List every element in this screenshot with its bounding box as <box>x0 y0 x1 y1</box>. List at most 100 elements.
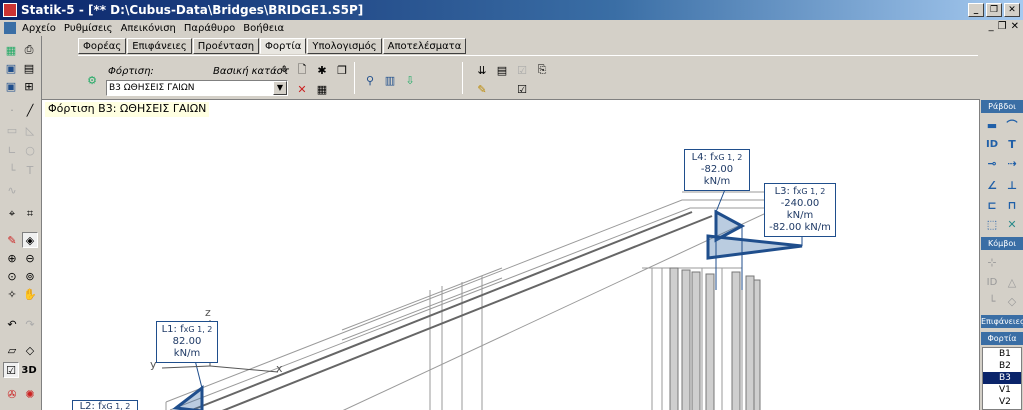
bar-chart-icon[interactable]: ⊥ <box>1003 177 1021 193</box>
node-id-icon[interactable]: ID <box>983 274 1001 290</box>
load-callout-l4[interactable]: L4: fxG 1, 2 -82.00 kN/m <box>684 149 750 191</box>
section-nodes-header[interactable]: Κόμβοι <box>981 237 1023 250</box>
select-area-icon[interactable]: ⌗ <box>22 206 38 222</box>
bar-delete-icon[interactable]: ✕ <box>1003 216 1021 232</box>
chevron-down-icon[interactable]: ▼ <box>273 81 287 95</box>
export-icon[interactable]: ⊞ <box>21 78 37 94</box>
bar-section-icon[interactable]: T <box>1003 136 1021 152</box>
mdi-restore-icon[interactable]: ❐ <box>998 21 1007 32</box>
angle-tool-icon[interactable]: ∟ <box>4 142 20 158</box>
mdi-minimize-icon[interactable]: _ <box>989 21 994 32</box>
minimize-button[interactable]: _ <box>968 3 984 17</box>
document-icon[interactable] <box>4 22 16 34</box>
rotate-view-icon[interactable]: ✇ <box>4 386 20 402</box>
bar-arrow-icon[interactable]: ⇢ <box>1003 155 1021 171</box>
menu-window[interactable]: Παράθυρο <box>180 23 239 34</box>
arrows-down-icon[interactable]: ⇊ <box>474 62 490 78</box>
save-icon[interactable]: ▣ <box>3 60 19 76</box>
zoom-out-icon[interactable]: ⊖ <box>22 250 38 266</box>
copy-load-icon[interactable]: ❐ <box>334 62 350 78</box>
pan-hand-icon[interactable]: ✋ <box>22 286 38 302</box>
tab-prestressing[interactable]: Προένταση <box>192 38 260 54</box>
report-icon[interactable]: ▤ <box>494 62 510 78</box>
plane-view-icon[interactable]: ▱ <box>4 342 20 358</box>
pointer-icon[interactable] <box>39 42 55 58</box>
node-support-icon[interactable]: △ <box>1003 274 1021 290</box>
menu-view[interactable]: Απεικόνιση <box>117 23 180 34</box>
load-callout-l1[interactable]: L1: fxG 1, 2 82.00 kN/m <box>156 321 218 363</box>
select-node-icon[interactable]: ⌖ <box>4 206 20 222</box>
new-structure-icon[interactable]: ▦ <box>3 42 19 58</box>
3d-view-icon[interactable]: 3D <box>21 362 37 378</box>
print-preview-icon[interactable]: ▤ <box>21 60 37 76</box>
load-factor-icon[interactable]: ⚲ <box>362 72 378 88</box>
paint-icon[interactable]: ◈ <box>22 232 38 248</box>
menu-file[interactable]: Αρχείο <box>18 23 60 34</box>
orbit-view-icon[interactable]: ✺ <box>22 386 38 402</box>
mdi-close-icon[interactable]: ✕ <box>1011 21 1019 32</box>
zoom-window-icon[interactable]: ⊙ <box>4 268 20 284</box>
load-chart-icon[interactable]: ▥ <box>382 72 398 88</box>
corner-tool-icon[interactable]: └ <box>4 162 20 178</box>
list-item-selected[interactable]: B3 <box>983 372 1021 384</box>
menu-settings[interactable]: Ρυθμίσεις <box>60 23 117 34</box>
close-button[interactable]: ✕ <box>1004 3 1020 17</box>
zoom-all-icon[interactable]: ⊚ <box>22 268 38 284</box>
new-load-special-icon[interactable]: ✱ <box>314 62 330 78</box>
zoom-center-icon[interactable]: ✧ <box>4 286 20 302</box>
section-surfaces-header[interactable]: Επιφάνειες <box>981 315 1023 328</box>
export-report-icon[interactable]: ⎘ <box>534 62 550 78</box>
tab-loads[interactable]: Φορτία <box>260 38 307 54</box>
curve-tool-icon[interactable]: ∿ <box>4 182 20 198</box>
load-callout-l2[interactable]: L2: fxG 1, 2 <box>72 400 138 410</box>
curved-bar-icon[interactable]: ⌒ <box>1003 117 1021 133</box>
node-move-icon[interactable]: ◇ <box>1003 293 1021 309</box>
section-bars-header[interactable]: Ράβδοι <box>981 100 1023 113</box>
load-callout-l3[interactable]: L3: fxG 1, 2 -240.00 kN/m -82.00 kN/m <box>764 183 836 237</box>
bar-angle-icon[interactable]: ∠ <box>983 177 1001 193</box>
section-loads-header[interactable]: Φορτία <box>981 332 1023 345</box>
bar-support-icon[interactable]: ⊏ <box>983 197 1001 213</box>
edit-report-icon[interactable]: ✎ <box>474 81 490 97</box>
circle-tool-icon[interactable]: ○ <box>22 142 38 158</box>
menu-help[interactable]: Βοήθεια <box>239 23 288 34</box>
polygon-tool-icon[interactable]: ◺ <box>22 122 38 138</box>
list-item[interactable]: V2 <box>983 396 1021 408</box>
check-report-icon[interactable]: ☑ <box>514 62 530 78</box>
section-view-icon[interactable]: ◇ <box>22 342 38 358</box>
bar-frame-icon[interactable]: ⊓ <box>1003 197 1021 213</box>
bar-beam-icon[interactable]: ⬚ <box>983 216 1001 232</box>
point-tool-icon[interactable]: · <box>4 102 20 118</box>
node-point-icon[interactable]: ⊹ <box>983 254 1001 270</box>
bar-joint-icon[interactable]: ⊸ <box>983 155 1001 171</box>
bar-icon[interactable]: ▬ <box>983 117 1001 133</box>
verify-report-icon[interactable]: ☑ <box>514 81 530 97</box>
list-item[interactable]: B2 <box>983 360 1021 372</box>
load-case-icon[interactable]: ⚙ <box>84 72 100 88</box>
tab-results[interactable]: Αποτελέσματα <box>382 38 467 54</box>
tab-surfaces[interactable]: Επιφάνειες <box>127 38 192 54</box>
pencil-icon[interactable]: ✎ <box>4 232 20 248</box>
load-table-icon[interactable]: ▦ <box>314 81 330 97</box>
download-load-icon[interactable]: ⇩ <box>402 72 418 88</box>
rectangle-tool-icon[interactable]: ▭ <box>4 122 20 138</box>
tab-structure[interactable]: Φορέας <box>78 38 127 54</box>
spin-button-icon[interactable]: ⇕ <box>276 62 292 78</box>
print-icon[interactable]: ⎙ <box>21 42 37 58</box>
undo-icon[interactable]: ↶ <box>4 316 20 332</box>
check-view-icon[interactable]: ☑ <box>3 362 19 378</box>
model-viewport[interactable]: z y x Φόρτιση B3: ΩΘΗΣΕΙΣ ΓΑΙΩΝ L4: fxG … <box>42 99 979 410</box>
load-case-select[interactable]: B3 ΩΘΗΣΕΙΣ ΓΑΙΩΝ ▼ <box>106 80 288 96</box>
bar-id-icon[interactable]: ID <box>983 136 1001 152</box>
save-as-icon[interactable]: ▣ <box>3 78 19 94</box>
maximize-button[interactable]: ❐ <box>986 3 1002 17</box>
tab-calculation[interactable]: Υπολογισμός <box>307 38 382 54</box>
new-load-icon[interactable]: 🗋 <box>294 62 310 78</box>
list-item[interactable]: V1 <box>983 384 1021 396</box>
zoom-in-icon[interactable]: ⊕ <box>4 250 20 266</box>
text-tool-icon[interactable]: T <box>22 162 38 178</box>
line-tool-icon[interactable]: ╱ <box>22 102 38 118</box>
redo-icon[interactable]: ↷ <box>22 316 38 332</box>
list-item[interactable]: B1 <box>983 348 1021 360</box>
delete-load-icon[interactable]: ✕ <box>294 81 310 97</box>
